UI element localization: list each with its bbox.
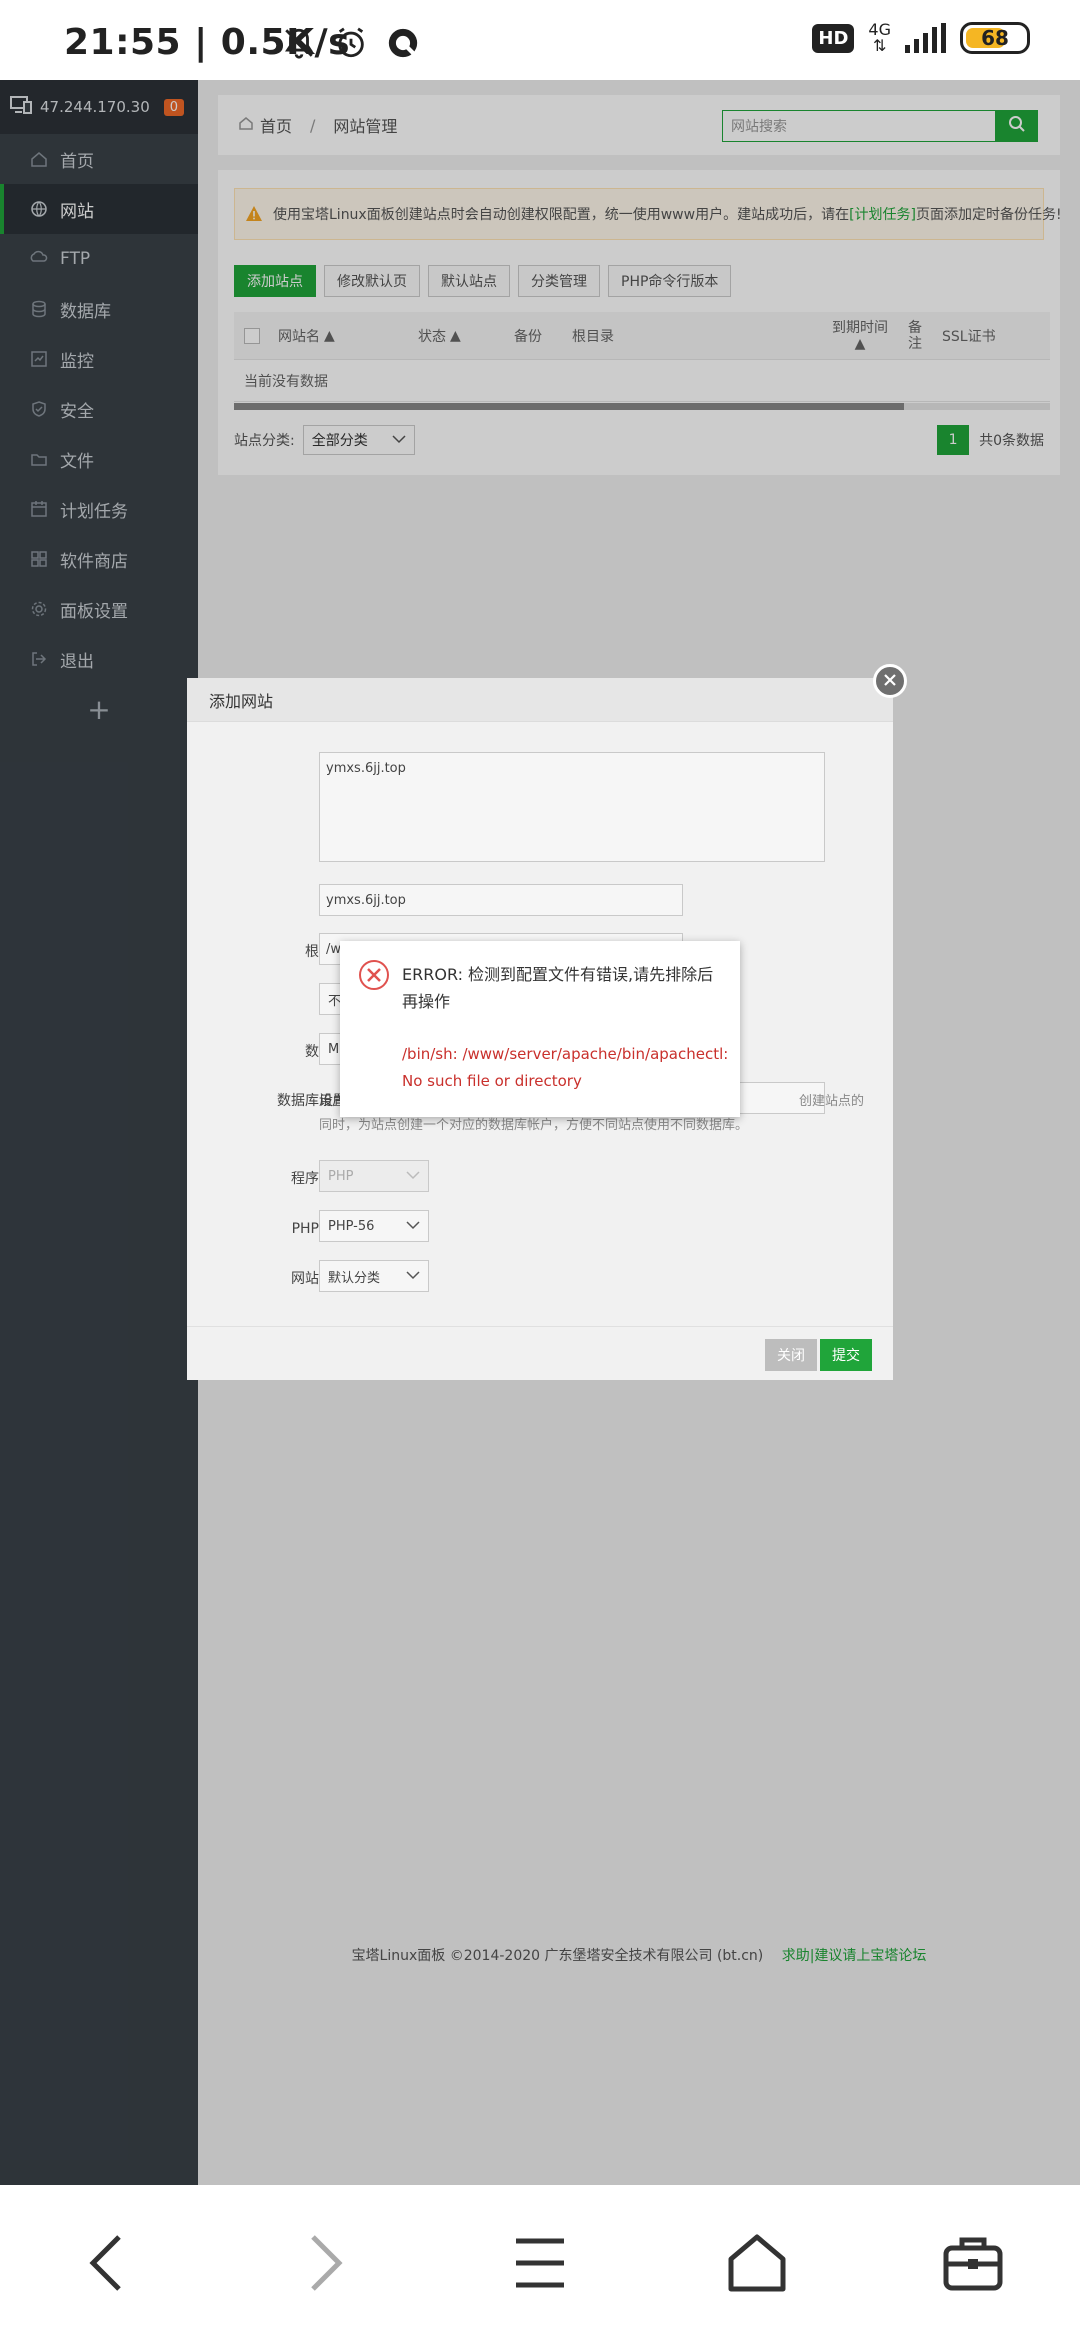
menu-icon (512, 2235, 568, 2295)
chevron-down-icon (406, 1219, 420, 1234)
error-message: /bin/sh: /www/server/apache/bin/apachect… (402, 1045, 729, 1090)
hd-icon: HD (812, 23, 855, 53)
back-arrow-icon (87, 2233, 127, 2297)
error-title: ERROR: 检测到配置文件有错误,请先排除后再操作 (402, 965, 714, 1011)
battery-level: 68 (981, 26, 1009, 50)
error-icon (358, 959, 390, 991)
program-type-select: PHP (319, 1160, 429, 1192)
dialog-footer: 关闭 提交 (187, 1326, 893, 1380)
browser-nav-bar (0, 2185, 1080, 2340)
home-icon (727, 2233, 787, 2297)
home-button[interactable] (722, 2230, 792, 2300)
chevron-down-icon (406, 1269, 420, 1284)
alarm-icon (334, 26, 368, 64)
toolbox-icon (942, 2232, 1004, 2298)
status-bar: 21:55 | 0.5K/s HD 4G ⇅ 68 (0, 0, 1080, 80)
close-icon (883, 672, 897, 691)
error-popup: ERROR: 检测到配置文件有错误,请先排除后再操作 /bin/sh: /www… (340, 941, 740, 1117)
signal-icon (905, 23, 946, 53)
battery-icon: 68 (960, 22, 1030, 54)
forward-arrow-icon (305, 2233, 345, 2297)
db-create-note: 创建站点的 (799, 1094, 865, 1109)
network-type: 4G ⇅ (868, 20, 891, 55)
back-button[interactable] (72, 2230, 142, 2300)
toolbox-button[interactable] (938, 2230, 1008, 2300)
php-version-select[interactable]: PHP-56 (319, 1210, 429, 1242)
menu-button[interactable] (505, 2230, 575, 2300)
domain-textarea[interactable]: ymxs.6jj.top (319, 752, 825, 862)
dialog-close-button[interactable] (873, 664, 907, 698)
app-notification-icon (386, 26, 420, 64)
site-category-select[interactable]: 默认分类 (319, 1260, 429, 1292)
chevron-down-icon (406, 1169, 420, 1184)
close-button[interactable]: 关闭 (765, 1339, 817, 1371)
remark-input[interactable]: ymxs.6jj.top (319, 884, 683, 916)
mute-bell-icon (282, 26, 316, 64)
submit-button[interactable]: 提交 (820, 1339, 872, 1371)
forward-button[interactable] (290, 2230, 360, 2300)
dialog-title: 添加网站 (187, 678, 893, 722)
